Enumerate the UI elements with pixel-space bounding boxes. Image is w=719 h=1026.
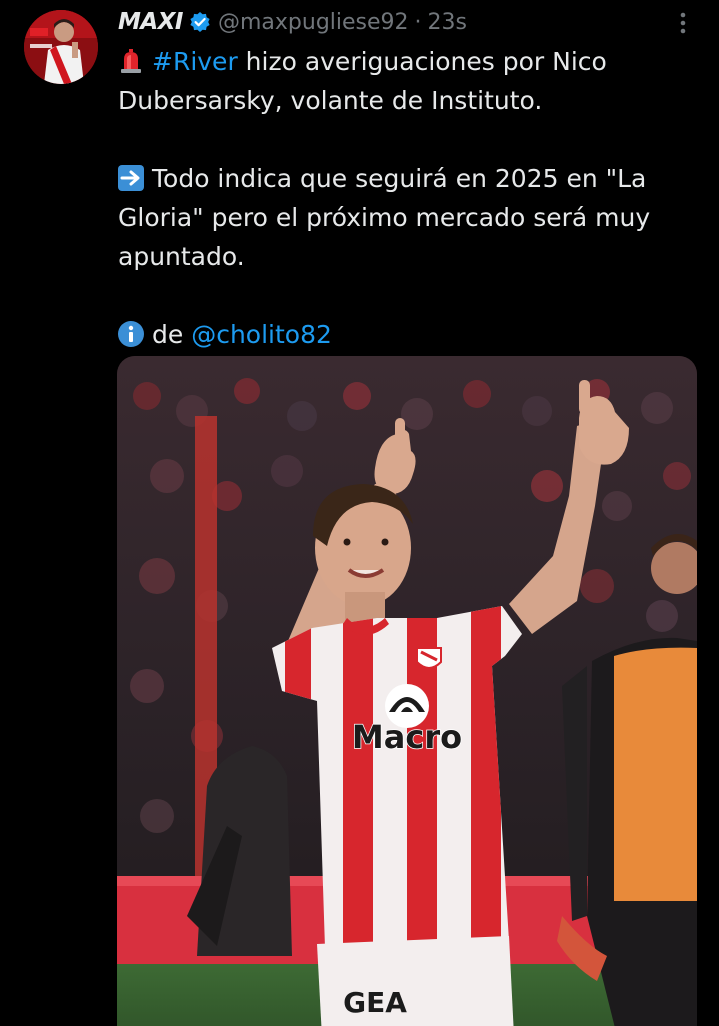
avatar[interactable] [24,10,98,84]
police-car-light-icon [118,48,144,74]
tweet[interactable]: MAXI @maxpugliese92 · 23s #River hizo av… [0,0,719,1026]
paragraph-2-text: Todo indica que seguirá en 2025 en "La G… [118,164,651,271]
paragraph-3: de @cholito82 [118,315,698,354]
separator-dot: · [414,9,422,35]
display-name[interactable]: MAXI [118,9,183,35]
mention-link[interactable]: @cholito82 [191,320,332,349]
hashtag-link[interactable]: #River [152,47,238,76]
more-options-icon[interactable] [672,10,694,36]
information-icon [118,321,144,347]
tweet-text: #River hizo averiguaciones por Nico Dube… [118,42,698,354]
paragraph-2: Todo indica que seguirá en 2025 en "La G… [118,159,698,276]
timestamp[interactable]: 23s [428,10,467,35]
handle[interactable]: @maxpugliese92 [218,10,409,35]
tweet-media-photo[interactable]: Macro GEA [117,356,697,1026]
shorts-sponsor-text: GEA [343,986,407,1019]
sponsor-logo-text: Macro [352,718,462,756]
verified-badge-icon [189,11,211,33]
credit-prefix: de [152,320,192,349]
tweet-header: MAXI @maxpugliese92 · 23s [118,4,467,40]
right-arrow-icon [118,165,144,191]
paragraph-1: #River hizo averiguaciones por Nico Dube… [118,42,698,120]
